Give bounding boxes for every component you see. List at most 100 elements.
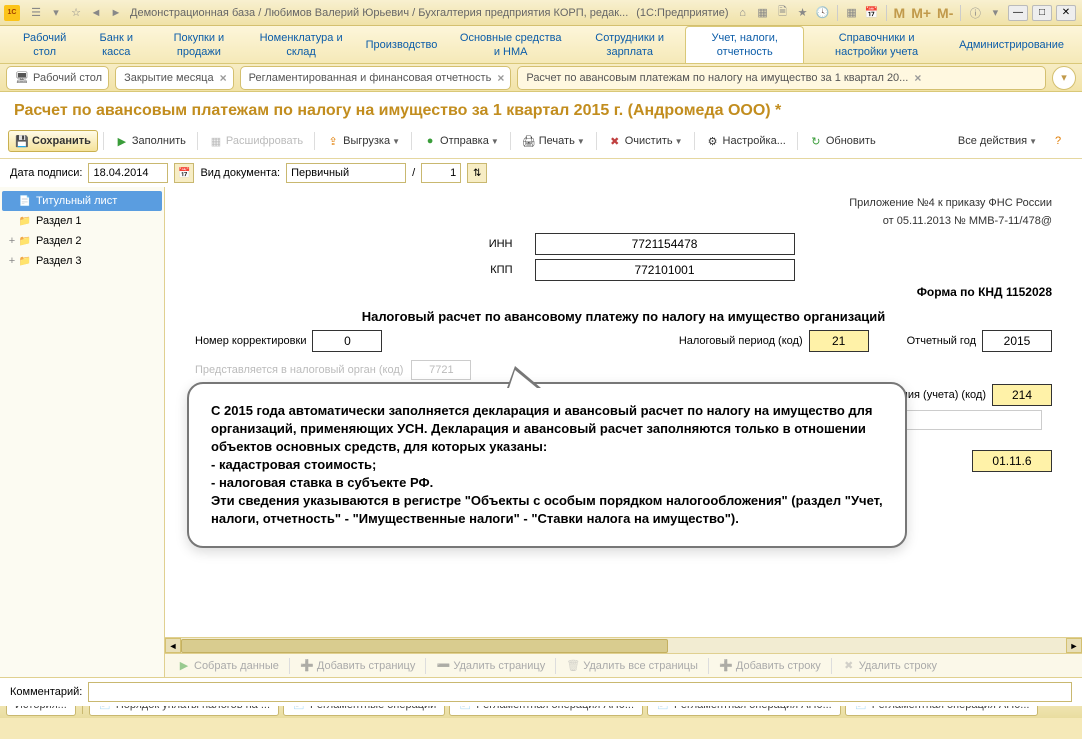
appendix-line1: Приложение №4 к приказу ФНС России <box>175 193 1072 211</box>
save-button[interactable]: 💾Сохранить <box>8 130 98 152</box>
tree-section-3[interactable]: +📁Раздел 3 <box>2 251 162 271</box>
tab-label: Регламентированная и финансовая отчетнос… <box>249 72 492 84</box>
sign-date-input[interactable] <box>88 163 168 183</box>
mem-mminus[interactable]: M- <box>937 5 953 21</box>
tab-close-icon[interactable]: × <box>220 71 227 85</box>
tree-section-2[interactable]: +📁Раздел 2 <box>2 231 162 251</box>
add-row-button: ➕Добавить строку <box>713 659 827 673</box>
mem-mplus[interactable]: M+ <box>911 5 931 21</box>
win-close[interactable]: ✕ <box>1056 5 1076 21</box>
menu-bank[interactable]: Банк и касса <box>81 26 151 63</box>
list-icon[interactable]: ▦ <box>754 4 772 22</box>
win-minimize[interactable]: — <box>1008 5 1028 21</box>
menu-admin[interactable]: Администрирование <box>949 26 1074 63</box>
decrypt-icon: ▦ <box>209 134 223 148</box>
fav-icon[interactable]: ★ <box>794 4 812 22</box>
folder-icon: 📁 <box>18 214 32 228</box>
del-all-pages-button: 🗑Удалить все страницы <box>560 659 704 673</box>
star-open-icon[interactable]: ☆ <box>67 4 85 22</box>
del-row-icon: ✖ <box>842 659 856 673</box>
corr-field[interactable]: 0 <box>312 330 382 352</box>
tab-month-close[interactable]: Закрытие месяца × <box>115 66 234 90</box>
year-field[interactable]: 2015 <box>982 330 1052 352</box>
print-icon: 🖨 <box>522 134 536 148</box>
inn-field[interactable]: 7721154478 <box>535 233 795 255</box>
okved-field[interactable]: 01.11.6 <box>972 450 1052 472</box>
nav-fwd-icon[interactable]: ► <box>107 4 125 22</box>
win-maximize[interactable]: □ <box>1032 5 1052 21</box>
page-num-input[interactable] <box>421 163 461 183</box>
collect-data-button: ▶Собрать данные <box>171 659 285 673</box>
tab-close-icon[interactable]: × <box>497 71 504 85</box>
play-icon: ▶ <box>115 134 129 148</box>
decrypt-button: ▦Расшифровать <box>203 130 309 152</box>
menu-hr[interactable]: Сотрудники и зарплата <box>574 26 685 63</box>
menu-trade[interactable]: Покупки и продажи <box>151 26 246 63</box>
menu-prod[interactable]: Производство <box>356 26 448 63</box>
menu-stock[interactable]: Номенклатура и склад <box>247 26 356 63</box>
place-field[interactable]: 214 <box>992 384 1052 406</box>
menu-refs[interactable]: Справочники и настройки учета <box>804 26 949 63</box>
tree-title-page[interactable]: 📄Титульный лист <box>2 191 162 211</box>
form-hscroll[interactable]: ◄ ► <box>165 637 1082 653</box>
document-title: Расчет по авансовым платежам по налогу н… <box>0 92 1082 128</box>
menu-assets[interactable]: Основные средства и НМА <box>447 26 574 63</box>
tab-reporting[interactable]: Регламентированная и финансовая отчетнос… <box>240 66 512 90</box>
tab-help-button[interactable]: ▾ <box>1052 66 1076 90</box>
form-heading: Налоговый расчет по авансовому платежу п… <box>175 309 1072 324</box>
tab-desktop[interactable]: 🖥 Рабочий стол <box>6 66 109 90</box>
info-dd-icon[interactable]: ▾ <box>986 4 1004 22</box>
period-label: Налоговый период (код) <box>679 335 803 347</box>
help-icon: ? <box>1051 134 1065 148</box>
tab-label: Рабочий стол <box>33 72 102 84</box>
document-area: Расчет по авансовым платежам по налогу н… <box>0 92 1082 690</box>
calendar-button[interactable]: 📅 <box>174 163 194 183</box>
comment-label: Комментарий: <box>10 686 82 698</box>
doc-kind-input[interactable] <box>286 163 406 183</box>
calendar-icon[interactable]: 📅 <box>863 4 881 22</box>
sign-date-label: Дата подписи: <box>10 167 82 179</box>
appendix-line2: от 05.11.2013 № ММВ-7-11/478@ <box>175 211 1072 229</box>
tab-close-icon[interactable]: × <box>914 71 921 85</box>
calc-icon[interactable]: ▦ <box>843 4 861 22</box>
menu-icon[interactable]: ☰ <box>27 4 45 22</box>
menu-tax[interactable]: Учет, налоги, отчетность <box>685 26 804 63</box>
upload-button[interactable]: ⇪Выгрузка▼ <box>320 130 406 152</box>
info-callout: С 2015 года автоматически заполняется де… <box>187 382 907 548</box>
clear-button[interactable]: ✖Очистить▼ <box>602 130 689 152</box>
page-stepper[interactable]: ⇅ <box>467 163 487 183</box>
upload-icon: ⇪ <box>326 134 340 148</box>
del-all-icon: 🗑 <box>566 659 580 673</box>
add-page-icon: ➕ <box>300 659 314 673</box>
tab-advance-calc[interactable]: Расчет по авансовым платежам по налогу н… <box>517 66 1046 90</box>
scroll-right-icon[interactable]: ► <box>1066 638 1082 653</box>
scroll-left-icon[interactable]: ◄ <box>165 638 181 653</box>
all-actions-button[interactable]: Все действия▼ <box>952 130 1043 152</box>
signature-row: Дата подписи: 📅 Вид документа: / ⇅ <box>0 159 1082 187</box>
settings-icon: ⚙ <box>706 134 720 148</box>
doc-icon: 📄 <box>18 194 32 208</box>
fill-button[interactable]: ▶Заполнить <box>109 130 192 152</box>
refresh-button[interactable]: ↻Обновить <box>803 130 882 152</box>
inn-label: ИНН <box>453 238 513 250</box>
comment-row: Комментарий: <box>0 677 1082 706</box>
nav-back-icon[interactable]: ◄ <box>87 4 105 22</box>
mem-m[interactable]: M <box>894 5 906 21</box>
doc-icon[interactable]: 🗎 <box>774 4 792 22</box>
tree-section-1[interactable]: 📁Раздел 1 <box>2 211 162 231</box>
help-button[interactable]: ? <box>1045 130 1074 152</box>
desktop-tab-icon: 🖥 <box>15 71 29 85</box>
period-field[interactable]: 21 <box>809 330 869 352</box>
kpp-field[interactable]: 772101001 <box>535 259 795 281</box>
folder-icon: 📁 <box>18 254 32 268</box>
history-icon[interactable]: 🕓 <box>814 4 832 22</box>
send-button[interactable]: ●Отправка▼ <box>417 130 505 152</box>
home-icon[interactable]: ⌂ <box>734 4 752 22</box>
dropdown-icon[interactable]: ▾ <box>47 4 65 22</box>
comment-input[interactable] <box>88 682 1072 702</box>
del-row-button: ✖Удалить строку <box>836 659 943 673</box>
info-icon[interactable]: ⓘ <box>966 4 984 22</box>
print-button[interactable]: 🖨Печать▼ <box>516 130 591 152</box>
settings-button[interactable]: ⚙Настройка... <box>700 130 792 152</box>
menu-desktop[interactable]: Рабочий стол <box>8 26 81 63</box>
